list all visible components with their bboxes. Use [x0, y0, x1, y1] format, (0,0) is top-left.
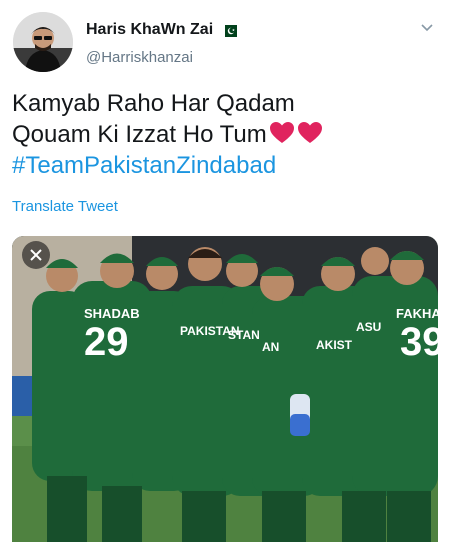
tweet-line-2: Qouam Ki Izzat Ho Tum — [12, 119, 432, 150]
tweet-media-image[interactable]: SHADAB 29 PAKISTAN STAN AN AKIST ASU FAK… — [12, 236, 438, 542]
jersey-number-39: 39 — [400, 320, 438, 364]
heart-icon — [269, 122, 294, 143]
user-handle[interactable]: @Harriskhanzai — [86, 49, 193, 66]
display-name[interactable]: Haris KhaWn Zai — [86, 21, 213, 39]
tweet-line-1: Kamyab Raho Har Qadam — [12, 90, 295, 117]
tweet-text: Kamyab Raho Har Qadam Qouam Ki Izzat Ho … — [12, 88, 432, 181]
avatar-image — [13, 12, 73, 72]
jersey-label-asu: ASU — [356, 320, 382, 334]
jersey-label-shadab: SHADAB — [84, 306, 140, 321]
chevron-down-icon[interactable] — [420, 20, 434, 34]
close-media-button[interactable] — [22, 241, 50, 269]
two-hearts-emoji — [269, 121, 325, 145]
tweet-line-2-text: Qouam Ki Izzat Ho Tum — [12, 121, 267, 148]
jersey-label-akist: AKIST — [316, 338, 352, 352]
hashtag-link[interactable]: #TeamPakistanZindabad — [12, 150, 432, 181]
jersey-label-fakha: FAKHA — [396, 306, 438, 321]
avatar[interactable] — [13, 12, 73, 72]
jersey-label-stan: STAN — [228, 328, 260, 342]
translate-tweet-link[interactable]: Translate Tweet — [12, 198, 118, 215]
user-name-row[interactable]: Haris KhaWn Zai — [86, 21, 238, 39]
pakistan-flag-icon — [221, 24, 238, 37]
jersey-number-29: 29 — [84, 320, 129, 364]
jersey-label-an: AN — [262, 340, 280, 354]
heart-icon — [297, 122, 322, 143]
close-icon — [30, 249, 42, 261]
team-photo — [12, 236, 438, 542]
